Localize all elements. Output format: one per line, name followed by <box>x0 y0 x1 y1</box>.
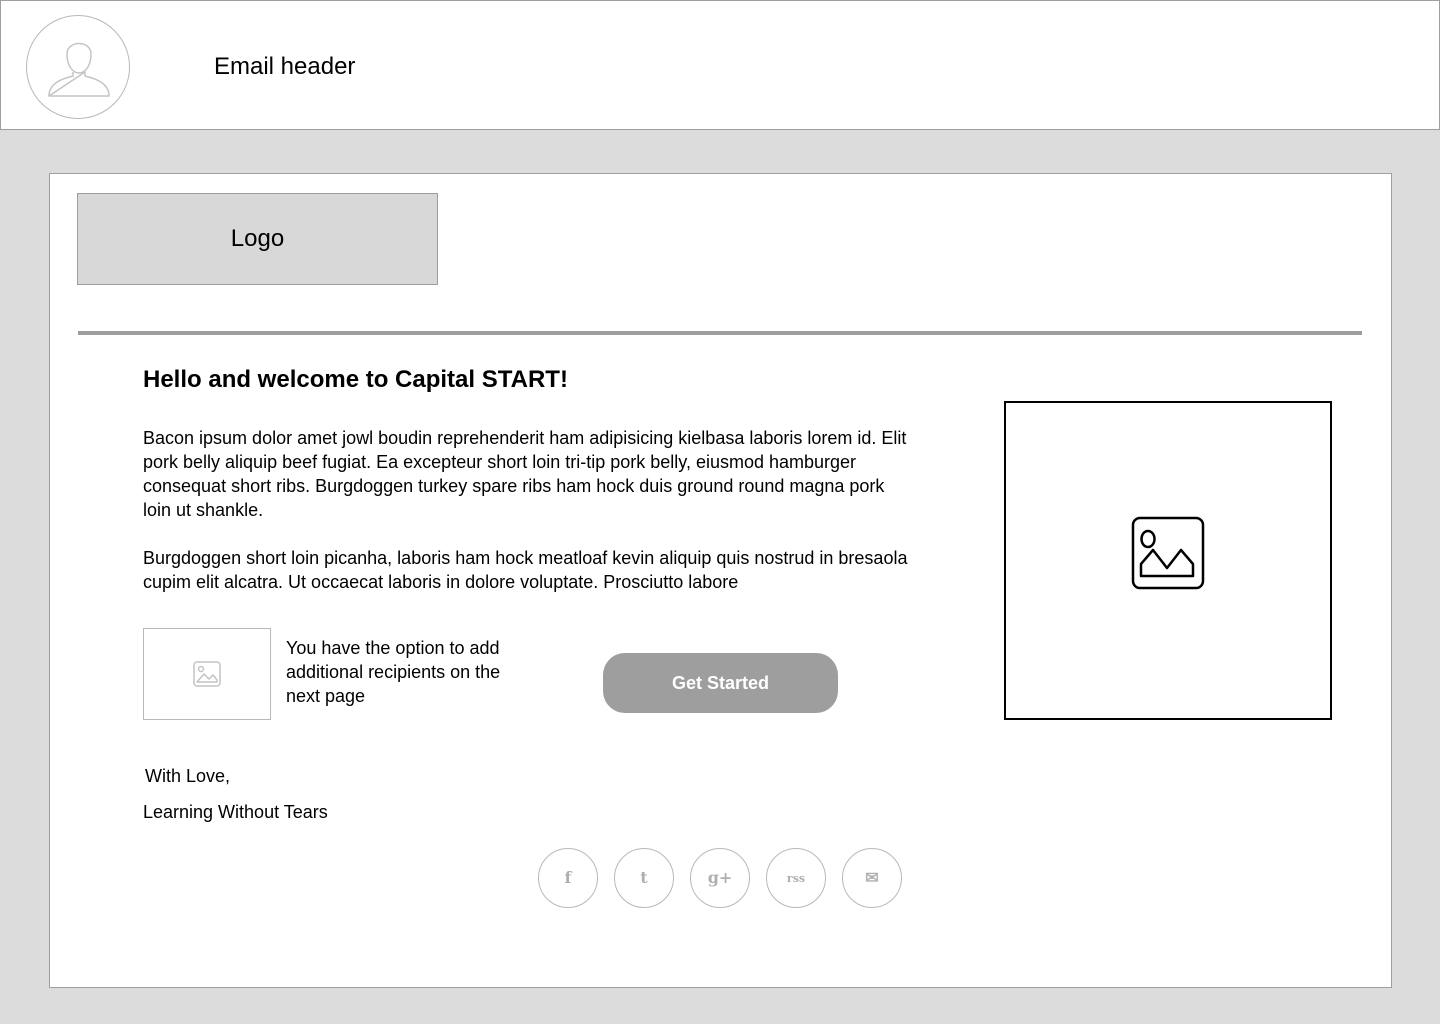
hero-image-placeholder <box>1004 401 1332 720</box>
logo-label: Logo <box>230 225 285 252</box>
divider <box>78 331 1362 335</box>
thumbnail-image-placeholder <box>143 628 271 720</box>
welcome-title: Hello and welcome to Capital START! <box>143 366 568 393</box>
recipients-option-text: You have the option to add additional re… <box>286 638 501 706</box>
envelope-icon[interactable]: ✉ <box>842 848 902 908</box>
facebook-icon[interactable]: f <box>538 848 598 908</box>
rss-icon[interactable]: rss <box>766 848 826 908</box>
twitter-glyph: t <box>640 868 648 887</box>
rss-glyph: rss <box>786 871 806 885</box>
image-placeholder-icon <box>1131 516 1205 590</box>
facebook-glyph: f <box>564 868 572 887</box>
body-paragraph-2: Burgdoggen short loin picanha, laboris h… <box>143 548 908 592</box>
signoff-text: With Love, <box>145 766 231 786</box>
body-text: Bacon ipsum dolor amet jowl boudin repre… <box>143 426 911 594</box>
user-avatar-icon[interactable] <box>26 15 130 119</box>
image-placeholder-icon <box>193 661 221 687</box>
google-plus-glyph: g+ <box>707 868 733 887</box>
logo-placeholder: Logo <box>77 193 438 285</box>
email-header: Email header <box>0 0 1440 130</box>
envelope-glyph: ✉ <box>865 868 879 887</box>
body-paragraph-1: Bacon ipsum dolor amet jowl boudin repre… <box>143 428 907 520</box>
email-header-title: Email header <box>214 53 356 80</box>
email-body: Logo Hello and welcome to Capital START!… <box>49 173 1392 988</box>
signature-text: Learning Without Tears <box>143 802 328 822</box>
get-started-button[interactable]: Get Started <box>603 653 838 713</box>
twitter-icon[interactable]: t <box>614 848 674 908</box>
google-plus-icon[interactable]: g+ <box>690 848 750 908</box>
